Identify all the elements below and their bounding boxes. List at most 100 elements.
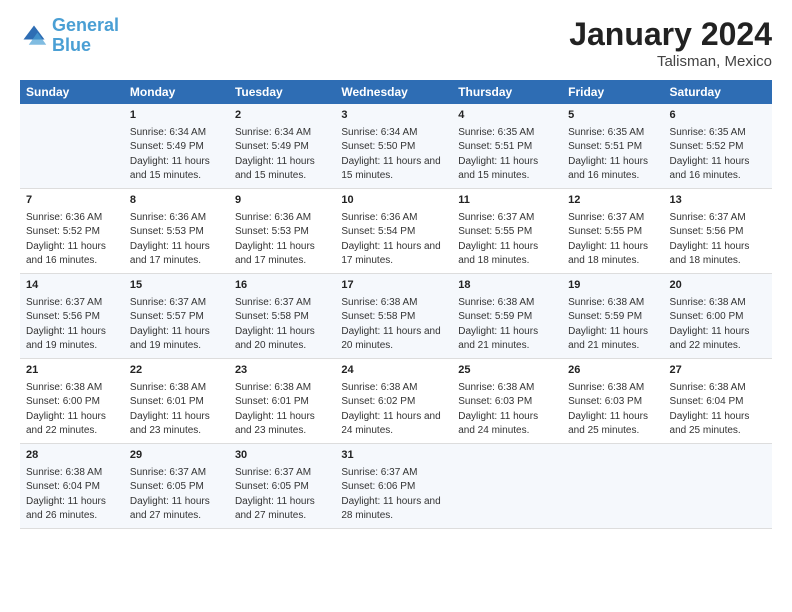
day-number: 5: [568, 108, 657, 124]
cell-content: Sunrise: 6:37 AMSunset: 5:55 PMDaylight:…: [458, 211, 556, 269]
day-number: 3: [341, 108, 446, 124]
cell-content: Sunrise: 6:37 AMSunset: 5:56 PMDaylight:…: [26, 296, 118, 354]
calendar-cell: 28Sunrise: 6:38 AMSunset: 6:04 PMDayligh…: [20, 443, 124, 528]
day-number: 18: [458, 278, 556, 294]
day-number: 11: [458, 193, 556, 209]
calendar-cell: [452, 443, 562, 528]
day-number: 30: [235, 448, 329, 464]
calendar-cell: 1 Sunrise: 6:34 AMSunset: 5:49 PMDaylight…: [124, 104, 229, 188]
calendar-cell: 15 Sunrise: 6:37 AMSunset: 5:57 PMDayligh…: [124, 273, 229, 358]
calendar-cell: 7 Sunrise: 6:36 AMSunset: 5:52 PMDaylight…: [20, 188, 124, 273]
cell-content: Sunrise: 6:34 AMSunset: 5:49 PMDaylight:…: [235, 126, 329, 184]
calendar-cell: 22Sunrise: 6:38 AMSunset: 6:01 PMDayligh…: [124, 358, 229, 443]
day-number: 28: [26, 448, 118, 464]
header-cell-monday: Monday: [124, 80, 229, 104]
day-number: 7: [26, 193, 118, 209]
calendar-cell: [562, 443, 663, 528]
cell-content: Sunrise: 6:38 AMSunset: 6:04 PMDaylight:…: [670, 381, 766, 439]
cell-content: Sunrise: 6:37 AMSunset: 5:55 PMDaylight:…: [568, 211, 657, 269]
calendar-cell: 24Sunrise: 6:38 AMSunset: 6:02 PMDayligh…: [335, 358, 452, 443]
cell-content: Sunrise: 6:38 AMSunset: 6:00 PMDaylight:…: [26, 381, 118, 439]
cell-content: Sunrise: 6:37 AMSunset: 5:56 PMDaylight:…: [670, 211, 766, 269]
header-cell-saturday: Saturday: [664, 80, 772, 104]
cell-content: Sunrise: 6:38 AMSunset: 5:59 PMDaylight:…: [568, 296, 657, 354]
calendar-cell: 5 Sunrise: 6:35 AMSunset: 5:51 PMDaylight…: [562, 104, 663, 188]
calendar-cell: 26 Sunrise: 6:38 AMSunset: 6:03 PMDayligh…: [562, 358, 663, 443]
day-number: 20: [670, 278, 766, 294]
calendar-cell: 14 Sunrise: 6:37 AMSunset: 5:56 PMDayligh…: [20, 273, 124, 358]
calendar-cell: 18 Sunrise: 6:38 AMSunset: 5:59 PMDayligh…: [452, 273, 562, 358]
cell-content: Sunrise: 6:36 AMSunset: 5:53 PMDaylight:…: [235, 211, 329, 269]
calendar-cell: 27 Sunrise: 6:38 AMSunset: 6:04 PMDayligh…: [664, 358, 772, 443]
day-number: 27: [670, 363, 766, 379]
day-number: 21: [26, 363, 118, 379]
calendar-cell: 3Sunrise: 6:34 AMSunset: 5:50 PMDaylight…: [335, 104, 452, 188]
calendar-cell: 6Sunrise: 6:35 AMSunset: 5:52 PMDaylight…: [664, 104, 772, 188]
calendar-cell: 2 Sunrise: 6:34 AMSunset: 5:49 PMDaylight…: [229, 104, 335, 188]
calendar-row: 14 Sunrise: 6:37 AMSunset: 5:56 PMDayligh…: [20, 273, 772, 358]
header-cell-sunday: Sunday: [20, 80, 124, 104]
logo-line1: General: [52, 15, 119, 35]
calendar-cell: 29Sunrise: 6:37 AMSunset: 6:05 PMDayligh…: [124, 443, 229, 528]
cell-content: Sunrise: 6:35 AMSunset: 5:51 PMDaylight:…: [568, 126, 657, 184]
calendar-cell: 16 Sunrise: 6:37 AMSunset: 5:58 PMDayligh…: [229, 273, 335, 358]
day-number: 1: [130, 108, 223, 124]
calendar-cell: 10 Sunrise: 6:36 AMSunset: 5:54 PMDayligh…: [335, 188, 452, 273]
cell-content: Sunrise: 6:37 AMSunset: 6:06 PMDaylight:…: [341, 466, 446, 524]
calendar-cell: 12Sunrise: 6:37 AMSunset: 5:55 PMDayligh…: [562, 188, 663, 273]
day-number: 14: [26, 278, 118, 294]
cell-content: Sunrise: 6:37 AMSunset: 6:05 PMDaylight:…: [235, 466, 329, 524]
logo-line2: Blue: [52, 35, 91, 55]
cell-content: Sunrise: 6:38 AMSunset: 5:58 PMDaylight:…: [341, 296, 446, 354]
day-number: 16: [235, 278, 329, 294]
cell-content: Sunrise: 6:36 AMSunset: 5:54 PMDaylight:…: [341, 211, 446, 269]
logo-text: General Blue: [52, 16, 119, 56]
header-cell-wednesday: Wednesday: [335, 80, 452, 104]
cell-content: Sunrise: 6:38 AMSunset: 6:01 PMDaylight:…: [235, 381, 329, 439]
calendar-cell: 8 Sunrise: 6:36 AMSunset: 5:53 PMDaylight…: [124, 188, 229, 273]
calendar-cell: 25Sunrise: 6:38 AMSunset: 6:03 PMDayligh…: [452, 358, 562, 443]
day-number: 24: [341, 363, 446, 379]
day-number: 6: [670, 108, 766, 124]
title-block: January 2024 Talisman, Mexico: [569, 16, 772, 70]
cell-content: Sunrise: 6:37 AMSunset: 5:58 PMDaylight:…: [235, 296, 329, 354]
calendar-row: 28Sunrise: 6:38 AMSunset: 6:04 PMDayligh…: [20, 443, 772, 528]
cell-content: Sunrise: 6:38 AMSunset: 6:03 PMDaylight:…: [458, 381, 556, 439]
cell-content: Sunrise: 6:37 AMSunset: 5:57 PMDaylight:…: [130, 296, 223, 354]
day-number: 31: [341, 448, 446, 464]
cell-content: Sunrise: 6:34 AMSunset: 5:49 PMDaylight:…: [130, 126, 223, 184]
cell-content: Sunrise: 6:35 AMSunset: 5:51 PMDaylight:…: [458, 126, 556, 184]
day-number: 23: [235, 363, 329, 379]
page: General Blue January 2024 Talisman, Mexi…: [0, 0, 792, 539]
day-number: 9: [235, 193, 329, 209]
calendar-cell: 19 Sunrise: 6:38 AMSunset: 5:59 PMDayligh…: [562, 273, 663, 358]
calendar-cell: 23 Sunrise: 6:38 AMSunset: 6:01 PMDayligh…: [229, 358, 335, 443]
calendar-cell: 4 Sunrise: 6:35 AMSunset: 5:51 PMDaylight…: [452, 104, 562, 188]
cell-content: Sunrise: 6:38 AMSunset: 6:00 PMDaylight:…: [670, 296, 766, 354]
cell-content: Sunrise: 6:36 AMSunset: 5:53 PMDaylight:…: [130, 211, 223, 269]
day-number: 4: [458, 108, 556, 124]
day-number: 8: [130, 193, 223, 209]
header-cell-friday: Friday: [562, 80, 663, 104]
day-number: 2: [235, 108, 329, 124]
day-number: 19: [568, 278, 657, 294]
calendar-table: SundayMondayTuesdayWednesdayThursdayFrid…: [20, 80, 772, 529]
calendar-cell: 9 Sunrise: 6:36 AMSunset: 5:53 PMDaylight…: [229, 188, 335, 273]
day-number: 26: [568, 363, 657, 379]
calendar-row: 21 Sunrise: 6:38 AMSunset: 6:00 PMDayligh…: [20, 358, 772, 443]
day-number: 22: [130, 363, 223, 379]
header-row: SundayMondayTuesdayWednesdayThursdayFrid…: [20, 80, 772, 104]
day-number: 17: [341, 278, 446, 294]
calendar-cell: 20 Sunrise: 6:38 AMSunset: 6:00 PMDayligh…: [664, 273, 772, 358]
calendar-cell: 30 Sunrise: 6:37 AMSunset: 6:05 PMDayligh…: [229, 443, 335, 528]
day-number: 15: [130, 278, 223, 294]
calendar-cell: [664, 443, 772, 528]
cell-content: Sunrise: 6:38 AMSunset: 5:59 PMDaylight:…: [458, 296, 556, 354]
cell-content: Sunrise: 6:36 AMSunset: 5:52 PMDaylight:…: [26, 211, 118, 269]
logo: General Blue: [20, 16, 119, 56]
day-number: 29: [130, 448, 223, 464]
cell-content: Sunrise: 6:38 AMSunset: 6:03 PMDaylight:…: [568, 381, 657, 439]
calendar-cell: 17 Sunrise: 6:38 AMSunset: 5:58 PMDayligh…: [335, 273, 452, 358]
day-number: 10: [341, 193, 446, 209]
calendar-cell: 21 Sunrise: 6:38 AMSunset: 6:00 PMDayligh…: [20, 358, 124, 443]
